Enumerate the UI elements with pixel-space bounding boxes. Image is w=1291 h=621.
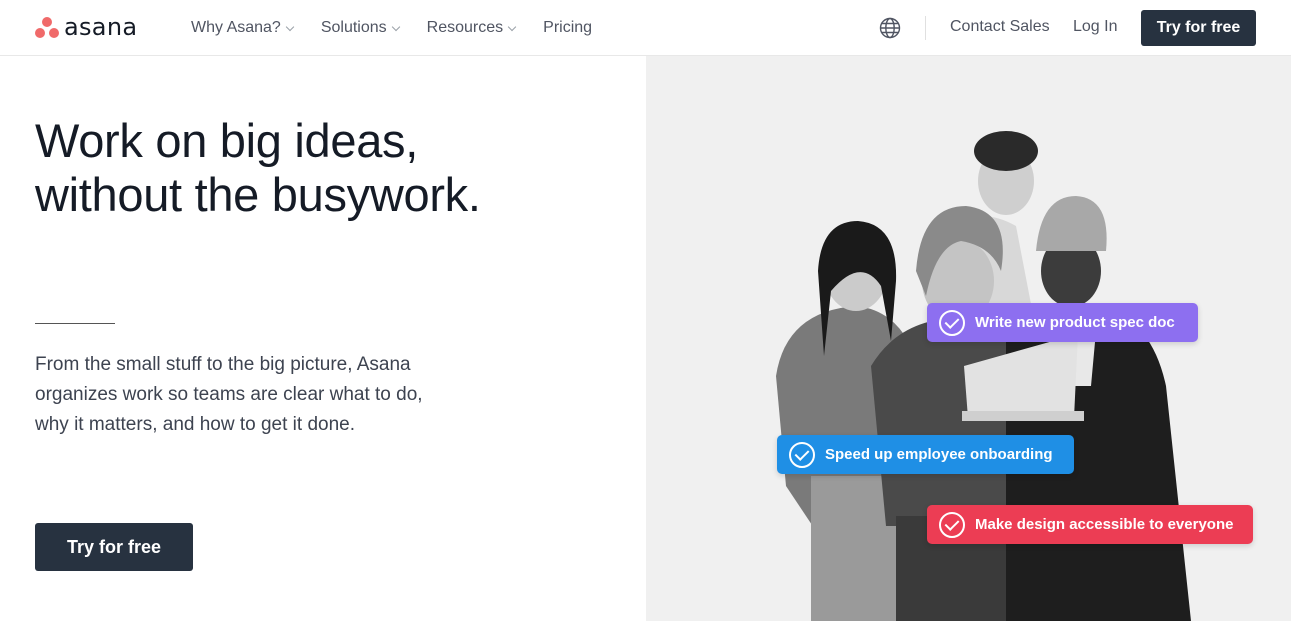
- hero-headline: Work on big ideas, without the busywork.: [35, 114, 595, 222]
- nav-why-asana[interactable]: Why Asana?: [191, 19, 295, 37]
- task-chip-spec-doc[interactable]: Write new product spec doc: [927, 303, 1198, 342]
- top-navigation: asana Why Asana? Solutions Resources Pri…: [0, 0, 1291, 56]
- hero-divider: [35, 323, 115, 324]
- asana-logo-icon: [34, 15, 60, 39]
- task-label: Speed up employee onboarding: [825, 446, 1053, 463]
- hero-subtext: From the small stuff to the big picture,…: [35, 354, 423, 435]
- log-in-link[interactable]: Log In: [1073, 18, 1117, 36]
- asana-logo[interactable]: asana: [34, 15, 137, 39]
- headline-line-1: Work on big ideas,: [35, 114, 418, 167]
- chevron-down-icon: [507, 22, 517, 31]
- task-label: Make design accessible to everyone: [975, 516, 1234, 533]
- nav-pricing-label: Pricing: [543, 19, 593, 36]
- check-circle-icon: [939, 309, 965, 336]
- logo-text: asana: [64, 13, 138, 41]
- task-chip-accessible-design[interactable]: Make design accessible to everyone: [927, 505, 1253, 544]
- headline-line-2: without the busywork.: [35, 168, 481, 221]
- task-chip-onboarding[interactable]: Speed up employee onboarding: [777, 435, 1074, 474]
- chevron-down-icon: [285, 22, 295, 31]
- check-circle-icon: [939, 511, 965, 538]
- nav-resources-label: Resources: [426, 19, 504, 36]
- nav-solutions-label: Solutions: [320, 19, 387, 36]
- nav-why-asana-label: Why Asana?: [191, 19, 281, 36]
- globe-icon[interactable]: [879, 17, 901, 39]
- contact-sales-link[interactable]: Contact Sales: [950, 18, 1050, 36]
- nav-resources[interactable]: Resources: [426, 19, 517, 37]
- chevron-down-icon: [391, 22, 400, 31]
- hero-try-for-free-button[interactable]: Try for free: [35, 523, 193, 571]
- check-circle-icon: [789, 441, 815, 468]
- main-menu: Why Asana? Solutions Resources Pricing: [191, 0, 620, 56]
- nav-try-for-free-button[interactable]: Try for free: [1141, 10, 1256, 46]
- nav-solutions[interactable]: Solutions: [320, 19, 400, 37]
- nav-divider: [925, 16, 926, 40]
- task-label: Write new product spec doc: [975, 314, 1175, 331]
- nav-pricing[interactable]: Pricing: [543, 19, 592, 37]
